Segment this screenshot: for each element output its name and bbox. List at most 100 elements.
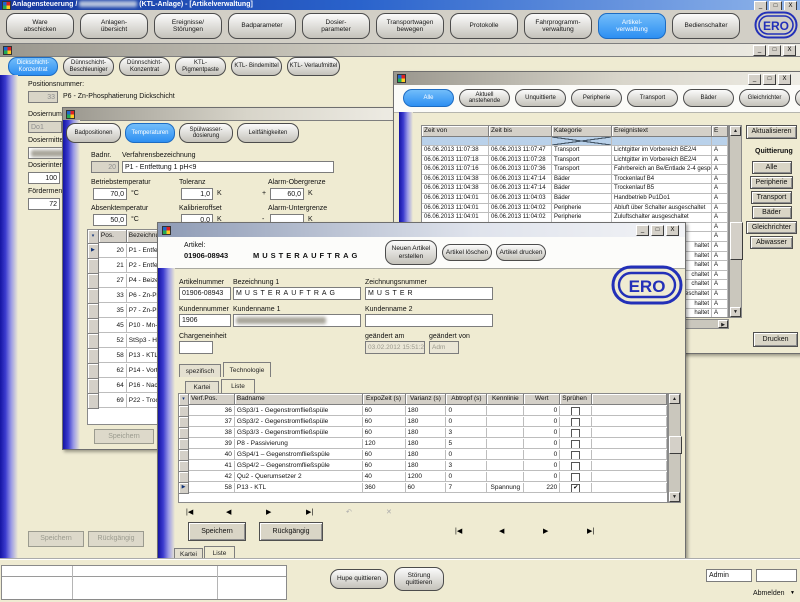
table-row[interactable]: 06.06.2013 11:04:0106.06.2013 11:04:02Pe… xyxy=(422,204,728,214)
toolbar-button-7[interactable]: Protokolle xyxy=(450,13,518,39)
checkbox-checked[interactable]: ✔ xyxy=(571,484,580,493)
table-row[interactable]: 41GSp4/2 – Gegenstromfließspüle6018030 xyxy=(179,461,667,472)
stoerung-quittieren-button[interactable]: Störung quittieren xyxy=(394,567,444,591)
nav-prev-icon[interactable]: ◀ xyxy=(499,527,504,535)
filter-cell[interactable] xyxy=(422,137,489,146)
close-icon[interactable]: X xyxy=(778,74,791,85)
maximize-icon[interactable]: □ xyxy=(763,74,776,85)
filter-cell[interactable] xyxy=(612,137,712,146)
column-header-wert[interactable]: Wert xyxy=(524,394,560,405)
events-tab-unquittierte[interactable]: Unquittierte xyxy=(515,89,566,107)
quittierung-abwasser[interactable]: Abwasser xyxy=(750,236,793,249)
events-vscrollbar[interactable]: ▲ ▼ xyxy=(729,125,742,318)
abmelden-button[interactable]: Abmelden xyxy=(753,590,785,598)
drucken-button[interactable]: Drucken xyxy=(753,332,798,347)
checkbox[interactable] xyxy=(571,429,580,438)
minimize-icon[interactable]: _ xyxy=(748,74,761,85)
column-header-badname[interactable]: Badname xyxy=(235,394,363,405)
table-row[interactable]: 38GSp3/3 - Gegenstromfließspüle6018030 xyxy=(179,428,667,439)
tab-temperaturen[interactable]: Temperaturen xyxy=(125,123,175,143)
column-header-zeit-bis[interactable]: Zeit bis xyxy=(489,126,552,137)
row-selector[interactable]: ▶ xyxy=(179,483,189,494)
column-header-varianz[interactable]: Varianz (s) xyxy=(406,394,447,405)
quittierung-alle[interactable]: Alle xyxy=(752,161,792,174)
toolbar-button-9[interactable]: Artikel- verwaltung xyxy=(598,13,666,39)
row-selector[interactable] xyxy=(179,428,189,439)
row-selector[interactable] xyxy=(88,394,99,409)
table-row[interactable]: 36GSp3/1 - Gegenstromfließspüle6018000 xyxy=(179,406,667,417)
scroll-down-icon[interactable]: ▼ xyxy=(730,307,741,317)
table-row[interactable]: 06.06.2013 11:04:3806.06.2013 11:47:14Bä… xyxy=(422,184,728,194)
row-selector[interactable] xyxy=(179,472,189,483)
toolbar-button-6[interactable]: Transportwagen bewegen xyxy=(376,13,444,39)
column-header-ereignistext[interactable]: Ereignistext xyxy=(612,126,712,137)
toolbar-button-4[interactable]: Badparameter xyxy=(228,13,296,39)
technologie-table[interactable]: ▾Verf.Pos.BadnameExpoZeit (s)Varianz (s)… xyxy=(178,393,668,503)
scroll-right-icon[interactable]: ▶ xyxy=(718,320,728,328)
chevron-down-icon[interactable]: ▼ xyxy=(790,590,795,596)
scroll-down-icon[interactable]: ▼ xyxy=(669,492,680,502)
nav-prev-icon[interactable]: ◀ xyxy=(226,508,231,516)
chargeneinheit-field[interactable] xyxy=(179,341,213,354)
checkbox[interactable] xyxy=(571,473,580,482)
tab-ktl--verlaufmittel[interactable]: KTL- Verlaufmittel xyxy=(287,57,340,76)
tab-dünnschicht--konzentrat[interactable]: Dünnschicht- Konzentrat xyxy=(119,57,170,76)
filter-cross-icon[interactable] xyxy=(552,137,612,146)
table-row[interactable]: 06.06.2013 11:07:3806.06.2013 11:07:47Tr… xyxy=(422,146,728,156)
close-icon[interactable]: X xyxy=(783,45,796,56)
tab-kartei[interactable]: Kartei xyxy=(185,381,219,393)
row-selector[interactable] xyxy=(88,259,99,274)
artikel-drucken-button[interactable]: Artikel drucken xyxy=(496,244,546,261)
events-tab-gleichrichter[interactable]: Gleichrichter xyxy=(739,89,790,107)
table-row[interactable]: 42Qu2 - Querumsetzer 240120000 xyxy=(179,472,667,483)
scroll-up-icon[interactable]: ▲ xyxy=(669,394,680,404)
toolbar-button-2[interactable]: Anlagen- übersicht xyxy=(80,13,148,39)
nav-next-icon[interactable]: ▶ xyxy=(266,508,271,516)
column-header-e[interactable]: E xyxy=(712,126,728,137)
tab-liste[interactable]: Liste xyxy=(221,379,255,393)
quittierung-peripherie[interactable]: Peripherie xyxy=(750,176,794,189)
tab-spezifisch[interactable]: spezifisch xyxy=(179,364,221,377)
user-field[interactable]: Admin xyxy=(706,569,752,582)
tab-dünnschicht--beschleuniger[interactable]: Dünnschicht- Beschleuniger xyxy=(63,57,114,76)
tab-dickschicht--konzentrat[interactable]: Dickschicht- Konzentrat xyxy=(8,57,58,76)
row-selector[interactable] xyxy=(179,450,189,461)
nav-first-icon[interactable]: |◀ xyxy=(455,527,462,535)
table-row[interactable]: 06.06.2013 11:07:1606.06.2013 11:07:36Tr… xyxy=(422,165,728,175)
toolbar-button-5[interactable]: Dosier- parameter xyxy=(302,13,370,39)
verfahren-field[interactable]: P1 - Entfettung 1 pH<9 xyxy=(122,161,334,173)
hupe-quittieren-button[interactable]: Hupe quittieren xyxy=(330,569,388,589)
table-row[interactable]: 06.06.2013 11:07:1806.06.2013 11:07:28Tr… xyxy=(422,156,728,166)
checkbox[interactable] xyxy=(571,462,580,471)
dosierintervall-field[interactable]: 100 xyxy=(28,172,60,184)
betriebstemperatur-field[interactable]: 70,0 xyxy=(93,188,127,200)
scroll-thumb[interactable] xyxy=(669,436,682,454)
minimize-icon[interactable]: _ xyxy=(753,45,766,56)
column-header-zeit-von[interactable]: Zeit von xyxy=(422,126,489,137)
events-tab-a[interactable]: A xyxy=(795,89,800,107)
column-header-spruehen[interactable]: Sprühen xyxy=(560,394,592,405)
row-selector[interactable]: ▶ xyxy=(88,244,99,259)
table-row[interactable]: 39P8 - Passivierung12018050 xyxy=(179,439,667,450)
quittierung-transport[interactable]: Transport xyxy=(751,191,793,204)
row-selector[interactable] xyxy=(88,304,99,319)
row-selector[interactable] xyxy=(88,334,99,349)
table-row[interactable]: 37GSp3/2 - Gegenstromfließspüle6018000 xyxy=(179,417,667,428)
nav-next-icon[interactable]: ▶ xyxy=(543,527,548,535)
table-row[interactable]: 06.06.2013 11:04:3806.06.2013 11:47:14Bä… xyxy=(422,175,728,185)
toolbar-button-3[interactable]: Ereignisse/ Störungen xyxy=(154,13,222,39)
table-row[interactable]: 40GSp4/1 – Gegenstromfließspüle6018000 xyxy=(179,450,667,461)
tab-badpositionen[interactable]: Badpositionen xyxy=(66,123,121,143)
toolbar-button-10[interactable]: Bedienschalter xyxy=(672,13,740,39)
checkbox[interactable] xyxy=(571,407,580,416)
toolbar-button-8[interactable]: Fahrprogramm- verwaltung xyxy=(524,13,592,39)
column-header-verfpos[interactable]: Verf.Pos. xyxy=(189,394,235,405)
events-tab-peripherie[interactable]: Peripherie xyxy=(571,89,622,107)
table-row[interactable]: 06.06.2013 11:04:0106.06.2013 11:04:03Bä… xyxy=(422,194,728,204)
tech-vscrollbar[interactable]: ▲ ▼ xyxy=(668,393,681,503)
tab-ktl--bindemittel[interactable]: KTL- Bindemittel xyxy=(231,57,282,76)
checkbox[interactable] xyxy=(571,451,580,460)
column-header-kategorie[interactable]: Kategorie xyxy=(552,126,612,137)
filter-cell[interactable] xyxy=(712,137,728,146)
tab-leitfähigkeiten[interactable]: Leitfähigkeiten xyxy=(237,123,299,143)
